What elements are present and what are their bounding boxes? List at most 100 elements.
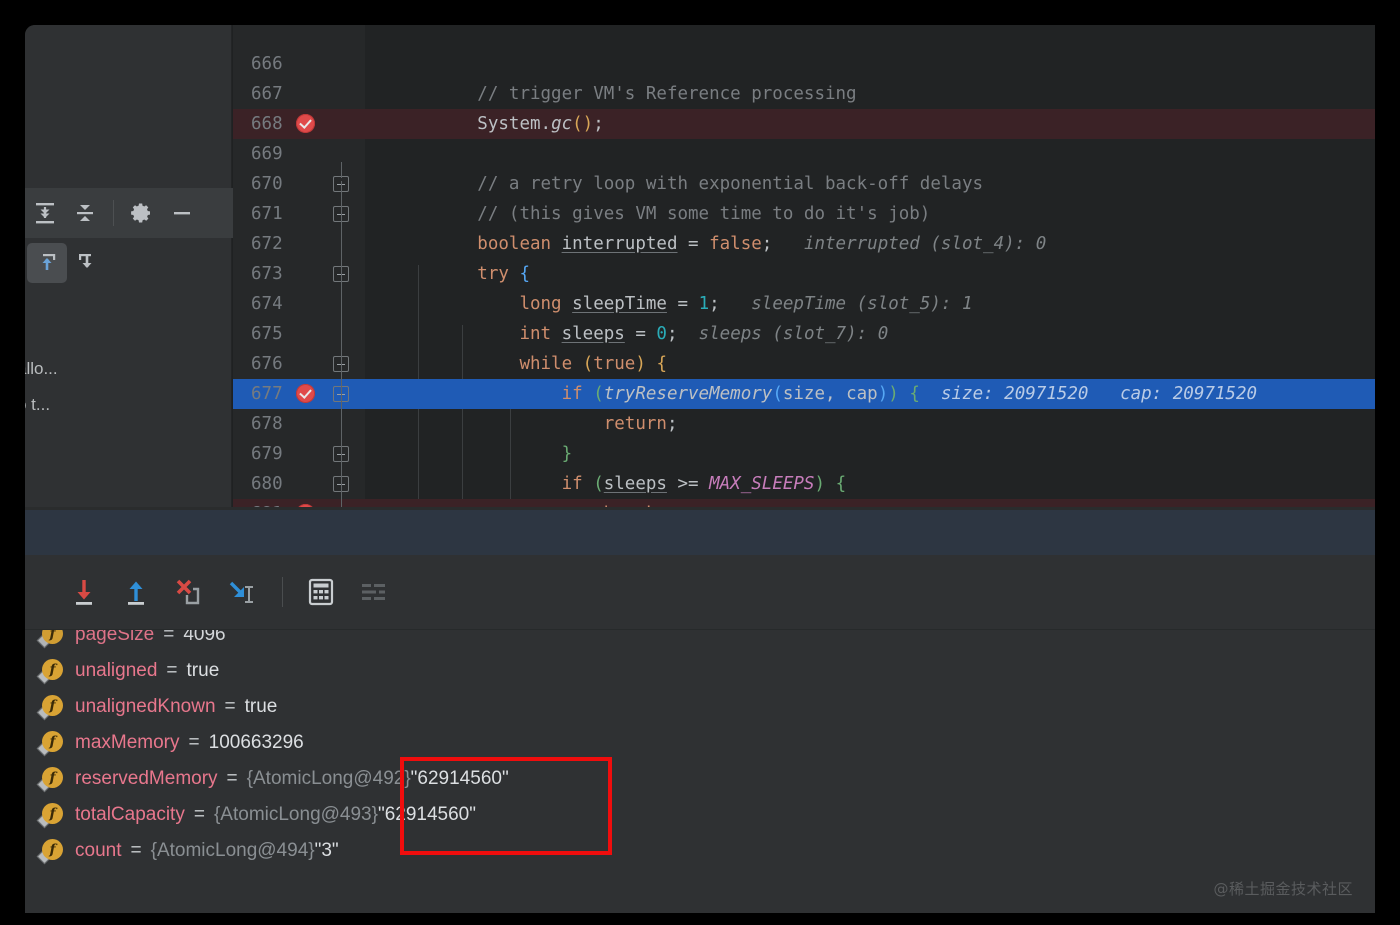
variable-name: unalignedKnown [75, 696, 216, 717]
variable-name: unaligned [75, 660, 158, 681]
frame-item-2[interactable]: o t... [25, 395, 50, 415]
line-number: 666 [251, 54, 283, 74]
code-token: sleepTime (slot_5): 1 [719, 294, 973, 314]
expand-all-icon[interactable] [25, 193, 65, 233]
line-number: 669 [251, 144, 283, 164]
code-line[interactable] [393, 49, 1375, 79]
code-line[interactable] [393, 139, 1375, 169]
code-token: ; [666, 324, 678, 344]
variable-row[interactable]: f maxMemory = 100663296 [25, 725, 1375, 761]
breakpoint-icon[interactable] [296, 384, 315, 403]
code-token: ) [814, 474, 826, 494]
code-token: size [782, 384, 826, 404]
code-token: ; [761, 234, 773, 254]
settings-lines-icon[interactable] [349, 568, 397, 616]
left-pane-toolbar-2[interactable] [25, 238, 233, 288]
code-line[interactable]: while (true) { [393, 349, 1375, 379]
code-line[interactable]: return; [393, 409, 1375, 439]
code-token: int [519, 324, 562, 344]
code-token: { [656, 354, 667, 374]
minimize-icon[interactable] [162, 193, 202, 233]
code-token: // trigger VM's Reference processing [477, 84, 857, 104]
variable-equals: = [193, 804, 205, 825]
code-token: interrupted (slot_4): 0 [772, 234, 1047, 254]
step-down-icon[interactable] [67, 243, 107, 283]
debugger-toolbar[interactable] [25, 555, 1375, 630]
code-line[interactable]: // (this gives VM some time to do it's j… [393, 199, 1375, 229]
code-line[interactable]: if (sleeps >= MAX_SLEEPS) { [393, 469, 1375, 499]
code-token: ; [709, 294, 720, 314]
code-editor[interactable]: allo... o t... [25, 25, 1375, 529]
step-over-icon[interactable] [60, 568, 108, 616]
code-token: 1 [698, 294, 710, 314]
step-out-icon[interactable] [112, 568, 160, 616]
code-token: = [666, 294, 699, 314]
variable-name: totalCapacity [75, 804, 185, 825]
variable-value: true [186, 660, 220, 681]
variable-name: maxMemory [75, 732, 180, 753]
variable-value: 100663296 [208, 732, 304, 753]
code-line[interactable]: // a retry loop with exponential back-of… [393, 169, 1375, 199]
line-number: 672 [251, 234, 283, 254]
variable-value: "62914560" [410, 768, 509, 789]
variable-row[interactable]: f reservedMemory = {AtomicLong@492} "629145… [25, 761, 1375, 797]
code-line[interactable]: try { [393, 259, 1375, 289]
frame-item-1[interactable]: allo... [25, 359, 58, 379]
variable-equals: = [226, 768, 238, 789]
line-number: 674 [251, 294, 283, 314]
code-line[interactable]: } [393, 439, 1375, 469]
field-letter: f [42, 695, 63, 716]
code-token: ) [877, 384, 889, 404]
code-line[interactable]: System.gc(); [393, 109, 1375, 139]
code-token: ) [635, 354, 646, 374]
code-line[interactable]: // trigger VM's Reference processing [393, 79, 1375, 109]
toolbar-divider [282, 577, 283, 607]
variables-panel[interactable]: f pageSize = 4096 f unaligned = true f unalignedK… [25, 630, 1375, 913]
code-line[interactable]: int sleeps = 0; sleeps (slot_7): 0 [393, 319, 1375, 349]
code-line[interactable]: long sleepTime = 1; sleepTime (slot_5): … [393, 289, 1375, 319]
code-token: { [519, 264, 530, 284]
drop-frame-icon[interactable] [164, 568, 212, 616]
collapse-all-icon[interactable] [65, 193, 105, 233]
code-token: sleepTime [572, 294, 667, 314]
field-icon: f [36, 630, 63, 649]
code-token: long [519, 294, 573, 314]
field-letter: f [42, 731, 63, 752]
code-token: } [561, 444, 573, 464]
variable-row[interactable]: f pageSize = 4096 [25, 630, 1375, 653]
code-token: ) [888, 384, 899, 404]
code-line[interactable]: boolean interrupted = false; interrupted… [393, 229, 1375, 259]
evaluate-expression-icon[interactable] [297, 568, 345, 616]
code-token: size: 20971520 cap: 20971520 [919, 384, 1258, 404]
ide-window: allo... o t... [25, 25, 1375, 913]
bottom-black-strip [0, 913, 1400, 925]
code-line[interactable]: if (tryReserveMemory(size, cap)) { size:… [393, 379, 1375, 409]
field-letter: f [42, 839, 63, 860]
settings-gear-icon[interactable] [122, 193, 162, 233]
variable-row[interactable]: f totalCapacity = {AtomicLong@493} "6291456… [25, 797, 1375, 833]
left-pane-toolbar[interactable] [25, 188, 233, 238]
variable-row[interactable]: f count = {AtomicLong@494} "3" [25, 833, 1375, 869]
variable-ref: {AtomicLong@494} [150, 840, 315, 861]
step-up-icon[interactable] [27, 243, 67, 283]
code-token: cap [846, 384, 878, 404]
force-step-into-icon[interactable] [216, 568, 264, 616]
breakpoint-icon[interactable] [296, 114, 315, 133]
variable-name: count [75, 840, 122, 861]
variable-row[interactable]: f unalignedKnown = true [25, 689, 1375, 725]
code-token: sleeps [561, 324, 625, 344]
variable-row[interactable]: f unaligned = true [25, 653, 1375, 689]
line-number: 678 [251, 414, 283, 434]
debugger-selection-bar [25, 510, 1375, 555]
code-token: ( [593, 384, 604, 404]
code-token: tryReserveMemory [603, 384, 773, 404]
variable-value: "3" [314, 840, 339, 861]
code-token: 0 [656, 324, 667, 344]
field-letter: f [42, 659, 63, 680]
code-token: true [593, 354, 636, 374]
